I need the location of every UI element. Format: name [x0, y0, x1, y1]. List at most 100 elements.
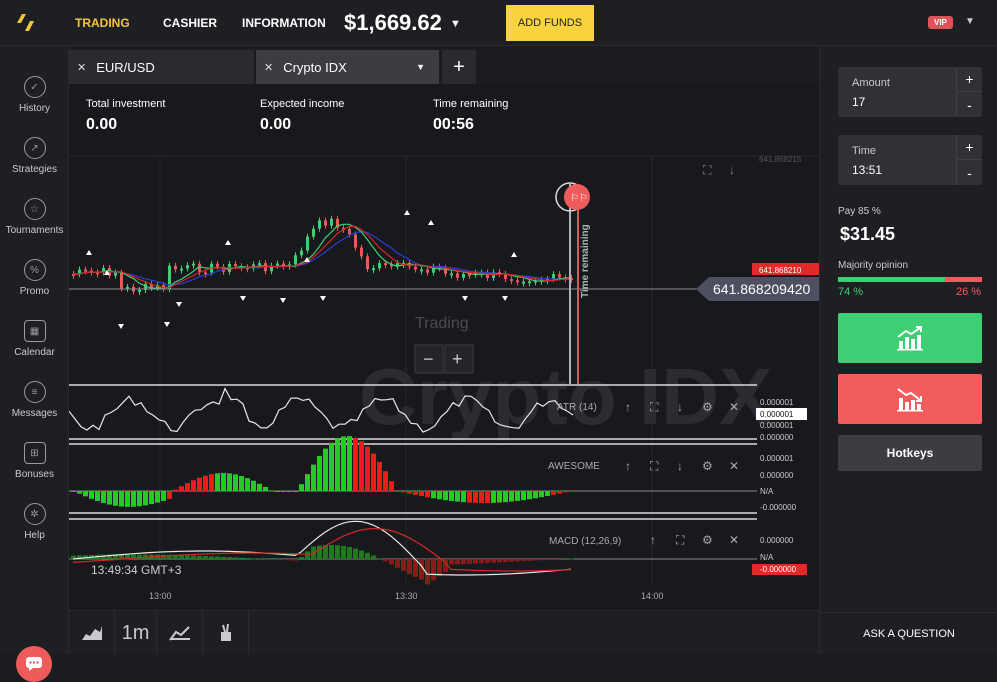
macd-bar — [227, 557, 232, 559]
vip-badge[interactable]: VIP — [928, 16, 953, 29]
sidebar-item-messages[interactable]: ≡ Messages — [0, 381, 69, 419]
hotkeys-button[interactable]: Hotkeys — [838, 435, 982, 471]
ask-question-button[interactable]: ASK A QUESTION — [820, 612, 997, 654]
sidebar-item-strategies[interactable]: ↗ Strategies — [0, 137, 69, 175]
amount-minus-button[interactable]: - — [956, 92, 982, 117]
awesome-bar — [509, 491, 514, 502]
awesome-bar — [77, 491, 82, 494]
candle-body — [324, 220, 327, 226]
signal-down-arrow — [462, 296, 468, 301]
macd-bar — [497, 559, 502, 563]
sidebar-item-tournaments[interactable]: ☆ Tournaments — [0, 198, 69, 236]
amount-field[interactable]: Amount 17 + - — [838, 67, 982, 117]
candle-body — [306, 236, 309, 251]
awesome-bar — [227, 473, 232, 491]
candle-body — [300, 250, 303, 256]
sidebar-item-calendar[interactable]: ▦ Calendar — [0, 320, 69, 358]
arrow-down-icon[interactable]: ↓ — [677, 400, 683, 414]
awesome-bar — [389, 481, 394, 491]
nav-trading[interactable]: TRADING — [75, 16, 130, 30]
put-button[interactable] — [838, 374, 982, 424]
awesome-bar — [185, 483, 190, 491]
arrow-down-icon[interactable]: ↓ — [729, 163, 735, 177]
nav-information[interactable]: INFORMATION — [242, 16, 326, 30]
macd-bar — [221, 556, 226, 559]
chart-type-button[interactable] — [69, 611, 115, 655]
macd-axis-value: -0.000000 — [760, 565, 797, 574]
account-balance[interactable]: $1,669.62 — [344, 10, 442, 36]
nav-cashier[interactable]: CASHIER — [163, 16, 217, 30]
gear-icon[interactable]: ⚙ — [702, 533, 713, 547]
chat-button[interactable] — [16, 646, 52, 682]
sidebar-item-promo[interactable]: % Promo — [0, 259, 69, 297]
awesome-bar — [263, 486, 268, 491]
macd-bar — [395, 559, 400, 568]
close-icon[interactable]: ✕ — [729, 400, 739, 414]
sidebar-item-help[interactable]: ✲ Help — [0, 503, 69, 541]
macd-bar — [539, 559, 544, 561]
awesome-bar — [317, 455, 322, 491]
time-minus-button[interactable]: - — [956, 160, 982, 185]
awesome-bar — [173, 489, 178, 491]
tab-crypto-idx[interactable]: ✕ Crypto IDX ▼ — [256, 50, 439, 84]
sidebar-item-label: Messages — [11, 408, 58, 419]
add-tab-button[interactable]: + — [442, 50, 476, 84]
price-chart[interactable]: Crypto IDX Trading − + 641.868215 ⛶ ↓ 64… — [69, 84, 819, 610]
calendar-icon: ▦ — [23, 320, 46, 342]
candle-body — [414, 266, 417, 270]
awesome-bar — [179, 486, 184, 491]
signal-down-arrow — [176, 302, 182, 307]
awesome-bar — [419, 491, 424, 497]
close-icon[interactable]: ✕ — [264, 61, 273, 74]
awesome-bar — [455, 491, 460, 502]
add-funds-button[interactable]: ADD FUNDS — [506, 5, 594, 41]
majority-up: 74 % — [838, 286, 864, 298]
time-plus-button[interactable]: + — [956, 135, 982, 160]
drawing-tools-button[interactable] — [203, 611, 249, 655]
macd-bar — [449, 559, 454, 565]
awesome-bar — [533, 491, 538, 499]
amount-value[interactable]: 17 — [852, 95, 865, 109]
macd-axis-value: 0.000000 — [760, 536, 794, 545]
awesome-bar — [347, 436, 352, 491]
awesome-bar — [413, 491, 418, 495]
fullscreen-icon[interactable]: ⛶ — [675, 533, 685, 547]
chevron-down-icon[interactable]: ▼ — [450, 18, 461, 30]
macd-bar — [365, 552, 370, 559]
indicators-button[interactable] — [157, 611, 203, 655]
chevron-down-icon[interactable]: ▼ — [416, 62, 425, 72]
arrow-up-icon[interactable]: ↑ — [650, 533, 656, 547]
macd-bar — [359, 550, 364, 559]
chevron-down-icon[interactable]: ▼ — [965, 16, 975, 27]
time-value[interactable]: 13:51 — [852, 163, 882, 177]
arrow-up-icon[interactable]: ↑ — [625, 459, 631, 473]
call-button[interactable] — [838, 313, 982, 363]
minus-icon: − — [423, 349, 434, 369]
chart-area[interactable]: Total investment 0.00 Expected income 0.… — [69, 84, 819, 610]
fullscreen-icon[interactable]: ⛶ — [649, 459, 659, 473]
awesome-bar — [95, 491, 100, 502]
sidebar-item-label: History — [18, 103, 51, 114]
tab-eurusd[interactable]: ✕ EUR/USD — [69, 50, 254, 84]
timeframe-button[interactable]: 1m — [115, 611, 157, 655]
gear-icon[interactable]: ⚙ — [702, 400, 713, 414]
signal-up-arrow — [404, 210, 410, 215]
signal-down-arrow — [502, 296, 508, 301]
time-field[interactable]: Time 13:51 + - — [838, 135, 982, 185]
fullscreen-icon[interactable]: ⛶ — [702, 163, 712, 177]
gear-icon[interactable]: ⚙ — [702, 459, 713, 473]
arrow-up-icon[interactable]: ↑ — [625, 400, 631, 414]
close-icon[interactable]: ✕ — [729, 459, 739, 473]
logo-icon[interactable] — [14, 10, 40, 36]
sidebar-item-history[interactable]: ✓ History — [0, 76, 69, 114]
close-icon[interactable]: ✕ — [729, 533, 739, 547]
indicators-icon — [168, 626, 190, 641]
awesome-bar — [497, 491, 502, 503]
close-icon[interactable]: ✕ — [77, 61, 86, 74]
fullscreen-icon[interactable]: ⛶ — [649, 400, 659, 414]
amount-plus-button[interactable]: + — [956, 67, 982, 92]
candle-body — [528, 281, 531, 284]
candle-body — [354, 234, 357, 248]
sidebar-item-bonuses[interactable]: ⊞ Bonuses — [0, 442, 69, 480]
arrow-down-icon[interactable]: ↓ — [677, 459, 683, 473]
